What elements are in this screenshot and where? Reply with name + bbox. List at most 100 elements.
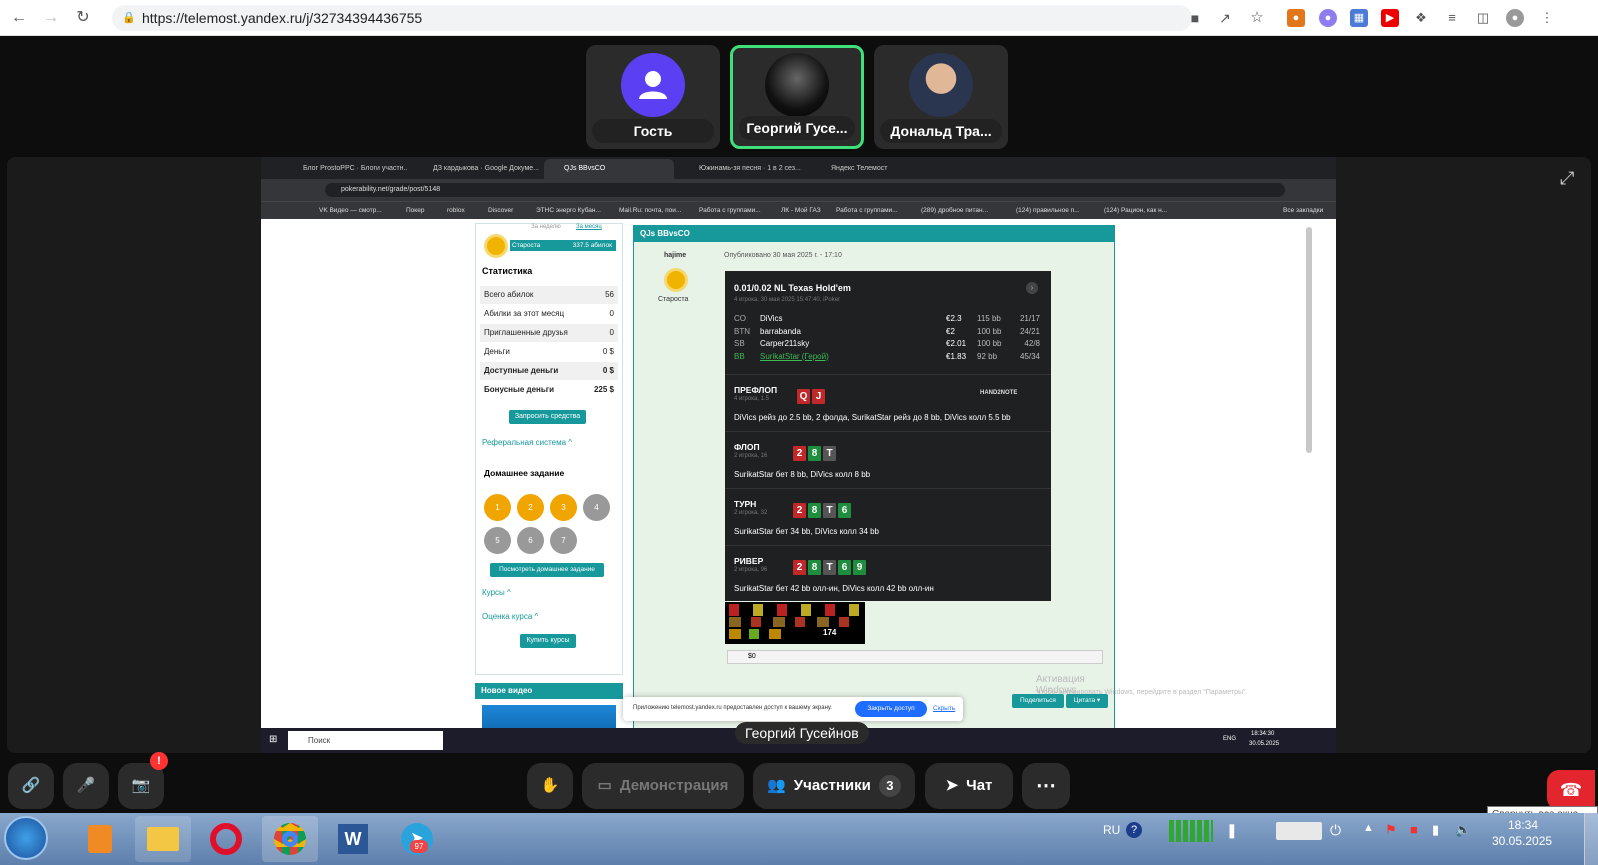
- more-button[interactable]: ⋯: [1022, 763, 1070, 809]
- hud-total: 174: [823, 628, 837, 637]
- raise-hand-button[interactable]: ✋: [527, 763, 573, 809]
- flag-icon[interactable]: ⚑: [1385, 822, 1397, 838]
- courses-link: Курсы ^: [482, 588, 511, 597]
- start-button[interactable]: [4, 816, 48, 860]
- turn-action: SurikatStar бет 34 bb, DiVics колл 34 bb: [734, 527, 880, 536]
- homework-circle: 5: [484, 527, 511, 554]
- shared-address: pokerability.net/grade/post/5148: [325, 183, 1285, 197]
- participant-tile[interactable]: Дональд Тра...: [874, 45, 1008, 149]
- puzzle-icon[interactable]: ❖: [1412, 9, 1430, 27]
- chat-button[interactable]: ➤ Чат: [925, 763, 1013, 809]
- fullscreen-icon[interactable]: ⤢: [1560, 168, 1574, 189]
- address-bar[interactable]: https://telemost.yandex.ru/j/32734394436…: [112, 5, 1192, 31]
- link-button[interactable]: 🔗: [8, 763, 54, 809]
- share-icon[interactable]: ↗: [1216, 9, 1234, 27]
- homework-circle: 3: [550, 494, 577, 521]
- board-cards: 28T69: [793, 557, 868, 575]
- period-week: За неделю: [531, 224, 561, 230]
- author-name: hajime: [664, 252, 687, 259]
- word-app[interactable]: W: [325, 816, 381, 862]
- more-icon[interactable]: ⋮: [1538, 9, 1556, 27]
- participant-name: Георгий Гусе...: [739, 116, 855, 140]
- star-icon[interactable]: ☆: [1248, 9, 1266, 27]
- participant-tile-speaking[interactable]: Георгий Гусе...: [730, 45, 864, 149]
- author-rank-icon: [664, 268, 688, 292]
- chat-label: Чат: [966, 777, 993, 794]
- post-title: QJs BBvsCO: [634, 226, 1114, 242]
- forward-icon[interactable]: →: [42, 9, 60, 27]
- media-app[interactable]: [72, 816, 128, 862]
- extension-icon[interactable]: ●: [1319, 9, 1337, 27]
- result-field: $0: [727, 650, 1103, 664]
- reload-icon[interactable]: ↻: [74, 9, 92, 27]
- profile-icon[interactable]: ●: [1506, 9, 1524, 27]
- shared-screen: Блог ProstoPPC · Блоги участн... ДЗ кард…: [261, 157, 1336, 753]
- network-icon[interactable]: ❚: [1226, 822, 1238, 839]
- signal-bars-icon[interactable]: ▮: [1432, 822, 1439, 838]
- game-subtitle: 4 игрока, 30 мая 2025 15:47:40, iPoker: [734, 297, 841, 303]
- preflop-action: DiVics рейз до 2.5 bb, 2 фолда, SurikatS…: [734, 413, 1011, 422]
- camera-icon[interactable]: ■: [1186, 9, 1204, 27]
- mic-icon: 🎤: [76, 777, 96, 794]
- tray-arrow-icon[interactable]: ▲: [1363, 822, 1374, 834]
- antivirus-icon[interactable]: ■: [1410, 822, 1418, 837]
- extension-grid-icon[interactable]: ▦: [1350, 9, 1368, 27]
- homework-circle: 7: [550, 527, 577, 554]
- stats-title: Статистика: [482, 266, 533, 276]
- homework-circle: 4: [583, 494, 610, 521]
- street-preflop: ПРЕФЛОП 4 игрока, 1.5 QJ HAND2NOTE DiVic…: [725, 374, 1051, 430]
- bookmark: (124) Рацион, как н...: [1104, 207, 1168, 214]
- stat-row: Деньги 0 $: [484, 347, 614, 356]
- show-desktop-button[interactable]: [1584, 813, 1598, 865]
- hole-cards: QJ: [797, 386, 827, 404]
- chrome-app[interactable]: [262, 816, 318, 862]
- end-call-button[interactable]: ☎: [1547, 770, 1595, 810]
- volume-icon[interactable]: 🔈: [1455, 822, 1471, 838]
- stat-row: Всего абилок 56: [480, 286, 618, 304]
- hand2note-logo: HAND2NOTE: [980, 390, 1018, 396]
- rank-icon: [484, 234, 508, 258]
- sidepanel-icon[interactable]: ◫: [1474, 9, 1492, 27]
- new-video-title: Новое видео: [475, 683, 623, 699]
- screen-icon: ▭: [597, 777, 612, 794]
- scrollbar: [1306, 227, 1312, 453]
- participants-count: 3: [878, 775, 901, 797]
- street-flop: ФЛОП 2 игрока, 16 28T SurikatStar бет 8 …: [725, 431, 1051, 487]
- rate-course-link: Оценка курса ^: [482, 612, 539, 621]
- power-icon[interactable]: ⏻: [1330, 822, 1341, 839]
- river-action: SurikatStar бет 42 bb олл-ин, DiVics кол…: [734, 584, 934, 593]
- back-icon[interactable]: ←: [10, 9, 28, 27]
- shared-search: Поиск: [288, 731, 443, 750]
- metamask-icon[interactable]: ●: [1287, 9, 1305, 27]
- share-notice: Приложению telemost.yandex.ru предоставл…: [623, 697, 963, 721]
- windows-icon: ⊞: [269, 734, 278, 745]
- clock-date[interactable]: 30.05.2025: [1492, 834, 1552, 848]
- participant-tile[interactable]: Гость: [586, 45, 720, 149]
- stat-row: Бонусные деньги 225 $: [484, 385, 614, 394]
- post-date: Опубликовано 30 мая 2025 г. - 17:10: [724, 252, 842, 259]
- opera-app[interactable]: [198, 816, 254, 862]
- explorer-app[interactable]: [135, 816, 191, 862]
- stat-row: Абилки за этот месяц 0: [484, 309, 614, 318]
- camera-off-icon: 📷: [131, 777, 151, 794]
- chevron-right-icon: ›: [1026, 282, 1038, 294]
- mic-button[interactable]: 🎤: [63, 763, 109, 809]
- profile-sidebar: За неделю За месяц Староста 337.5 абилок…: [475, 223, 623, 675]
- buy-courses-button: Купить курсы: [520, 634, 576, 648]
- lang-indicator[interactable]: RU: [1103, 823, 1120, 837]
- playlist-icon[interactable]: ≡: [1443, 9, 1461, 27]
- players-table: CO DiVics €2.3 115 bb 21/17 BTN barrabanda €2 1…: [734, 314, 1040, 361]
- phone-icon: ☎: [1559, 780, 1583, 800]
- telegram-app[interactable]: ➤: [389, 816, 445, 862]
- youtube-icon[interactable]: ▶: [1381, 9, 1399, 27]
- signal-meter: [1169, 820, 1213, 842]
- participants-button[interactable]: 👥 Участники 3: [753, 763, 915, 809]
- demo-button[interactable]: ▭ Демонстрация: [582, 763, 744, 809]
- help-icon[interactable]: ?: [1126, 822, 1142, 838]
- clock-time[interactable]: 18:34: [1508, 818, 1538, 832]
- game-title: 0.01/0.02 NL Texas Hold'em: [734, 283, 851, 293]
- tray-widget[interactable]: [1276, 822, 1322, 840]
- view-homework-button: Посмотреть домашнее задание: [490, 563, 604, 577]
- shared-address-row: pokerability.net/grade/post/5148: [261, 179, 1336, 201]
- period-month: За месяц: [576, 224, 602, 230]
